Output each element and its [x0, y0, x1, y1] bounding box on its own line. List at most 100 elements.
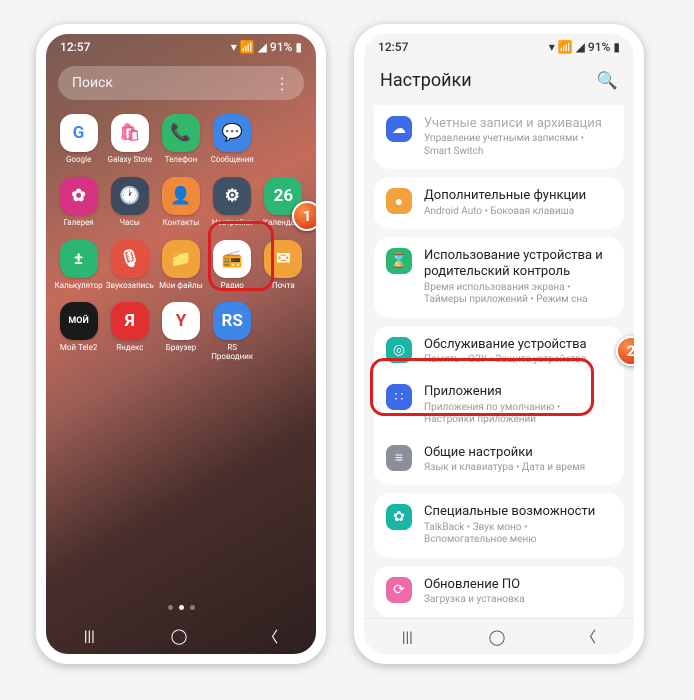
row-subtitle: Приложения по умолчанию • Настройки прил… [424, 402, 612, 427]
app-Настройки[interactable]: ⚙Настройки [208, 177, 257, 228]
app-Мои файлы[interactable]: 📁Мои файлы [156, 240, 205, 291]
app-Радио[interactable]: 📻Радио [208, 240, 257, 291]
row-text: Учетные записи и архивацияУправление уче… [424, 116, 612, 158]
row-icon: ◎ [386, 337, 412, 363]
wifi-icon: 📶 [558, 40, 573, 54]
nav-home[interactable]: ◯ [171, 627, 188, 645]
app-label: Браузер [166, 344, 196, 353]
app-label: RS Проводник [208, 344, 256, 362]
row-title: Приложения [424, 384, 612, 400]
app-label: Калькулятор [55, 282, 103, 291]
app-Часы[interactable]: 🕐 Часы [105, 177, 154, 228]
battery-icon: ▮ [613, 40, 620, 54]
status-right: ▾ 📶 ◢ 91% ▮ [549, 40, 620, 54]
app-icon: RS [213, 302, 251, 340]
app-label: Звукозапись [106, 282, 154, 291]
page-indicator [46, 605, 316, 610]
settings-row[interactable]: ∷ Приложения Приложения по умолчанию • Нас… [374, 375, 624, 435]
signal-icon: ◢ [258, 40, 267, 54]
row-text: Приложения Приложения по умолчанию • Наст… [424, 384, 612, 426]
settings-card: ✿Специальные возможностиTalkBack • Звук … [374, 493, 624, 557]
row-icon: ⌛ [386, 248, 412, 274]
app-Сообщения[interactable]: 💬Сообщения [208, 114, 257, 165]
row-subtitle: Загрузка и установка [424, 594, 612, 607]
app-Калькулятор[interactable]: ± Калькулятор [54, 240, 103, 291]
row-subtitle: Android Auto • Боковая клавиша [424, 206, 612, 219]
row-title: Учетные записи и архивация [424, 116, 612, 132]
app-Звукозапись[interactable]: 🎙Звукозапись [105, 240, 154, 291]
row-title: Общие настройки [424, 445, 612, 461]
nav-recents[interactable]: ||| [402, 628, 413, 646]
status-time: 12:57 [378, 40, 408, 54]
app-RS Проводник[interactable]: RS RS Проводник [208, 302, 257, 362]
settings-card: ⌛Использование устройства и родительский… [374, 237, 624, 318]
settings-card: ⟳ Обновление ПОЗагрузка и установка [374, 566, 624, 618]
nav-back[interactable]: 〈 [581, 626, 596, 647]
app-icon: 🕐 [111, 177, 149, 215]
settings-header: Настройки 🔍 [364, 60, 634, 105]
app-Браузер[interactable]: Y Браузер [156, 302, 205, 362]
row-icon: ∷ [386, 384, 412, 410]
app-Контакты[interactable]: 👤Контакты [156, 177, 205, 228]
nav-back[interactable]: 〈 [263, 626, 278, 647]
app-Галерея[interactable]: ✿Галерея [54, 177, 103, 228]
app-icon: Y [162, 302, 200, 340]
app-Телефон[interactable]: 📞 Телефон [156, 114, 205, 165]
status-bar: 12:57 ▾ 📶 ◢ 91% ▮ [364, 34, 634, 60]
app-icon: 📻 [213, 240, 251, 278]
settings-row[interactable]: ● Дополнительные функцииAndroid Auto • Бо… [374, 179, 624, 227]
nav-bar: ||| ◯ 〈 [46, 618, 316, 654]
app-icon: 📞 [162, 114, 200, 152]
app-grid: GGoogle🛍Galaxy Store📞 Телефон 💬Сообщения ✿Г… [46, 114, 316, 362]
nav-recents[interactable]: ||| [84, 627, 95, 645]
settings-title: Настройки [380, 70, 472, 91]
status-time: 12:57 [60, 40, 90, 54]
settings-row[interactable]: ⌛Использование устройства и родительский… [374, 239, 624, 316]
battery-label: 91% [270, 40, 292, 54]
app-icon: Я [111, 302, 149, 340]
row-text: Специальные возможностиTalkBack • Звук м… [424, 504, 612, 546]
row-title: Обновление ПО [424, 577, 612, 593]
row-icon: ≡ [386, 445, 412, 471]
app-label: Яндекс [116, 344, 143, 353]
app-label: Почта [272, 282, 295, 291]
app-Galaxy Store[interactable]: 🛍Galaxy Store [105, 114, 154, 165]
row-text: Дополнительные функцииAndroid Auto • Бок… [424, 188, 612, 218]
app-label: Телефон [165, 156, 197, 165]
step-badge-1: 1 [292, 201, 322, 231]
app-Почта[interactable]: ✉Почта [259, 240, 308, 291]
app-icon: ± [60, 240, 98, 278]
app-label: Мой Tele2 [60, 344, 97, 353]
row-text: Обновление ПОЗагрузка и установка [424, 577, 612, 607]
settings-row[interactable]: ⟳ Обновление ПОЗагрузка и установка [374, 568, 624, 616]
settings-row[interactable]: ≡ Общие настройкиЯзык и клавиатура • Дата… [374, 436, 624, 484]
row-icon: ⟳ [386, 577, 412, 603]
settings-row[interactable]: ◎Обслуживание устройстваПамять • ОЗУ • З… [374, 328, 624, 376]
settings-row[interactable]: ✿Специальные возможностиTalkBack • Звук … [374, 495, 624, 555]
app-label: Мои файлы [159, 282, 203, 291]
settings-card: ☁Учетные записи и архивацияУправление уч… [374, 105, 624, 169]
app-icon: G [60, 114, 98, 152]
app-Мой Tele2[interactable]: МОЙМой Tele2 [54, 302, 103, 362]
settings-row[interactable]: ☁Учетные записи и архивацияУправление уч… [374, 107, 624, 167]
search-icon[interactable]: 🔍 [597, 71, 618, 91]
settings-card: ● Дополнительные функцииAndroid Auto • Бо… [374, 177, 624, 229]
app-Google[interactable]: GGoogle [54, 114, 103, 165]
row-subtitle: Язык и клавиатура • Дата и время [424, 462, 612, 475]
app-label: Galaxy Store [108, 156, 153, 165]
app-label: Часы [120, 219, 140, 228]
nav-home[interactable]: ◯ [489, 628, 506, 646]
nav-bar: ||| ◯ 〈 [364, 618, 634, 654]
status-right: ▾ 📶 ◢ 91% ▮ [231, 40, 302, 54]
more-icon[interactable]: ⋮ [274, 74, 290, 93]
row-subtitle: Руководство пользователя [424, 654, 612, 665]
volte-icon: ▾ [549, 40, 555, 54]
app-label: Настройки [212, 219, 253, 228]
row-subtitle: Управление учетными записями • Smart Swi… [424, 133, 612, 158]
battery-label: 91% [588, 40, 610, 54]
app-label: Сообщения [211, 156, 254, 165]
search-input[interactable]: Поиск ⋮ [58, 66, 304, 100]
row-subtitle: TalkBack • Звук моно • Вспомогательное м… [424, 522, 612, 547]
app-Яндекс[interactable]: Я Яндекс [105, 302, 154, 362]
row-icon: ● [386, 188, 412, 214]
